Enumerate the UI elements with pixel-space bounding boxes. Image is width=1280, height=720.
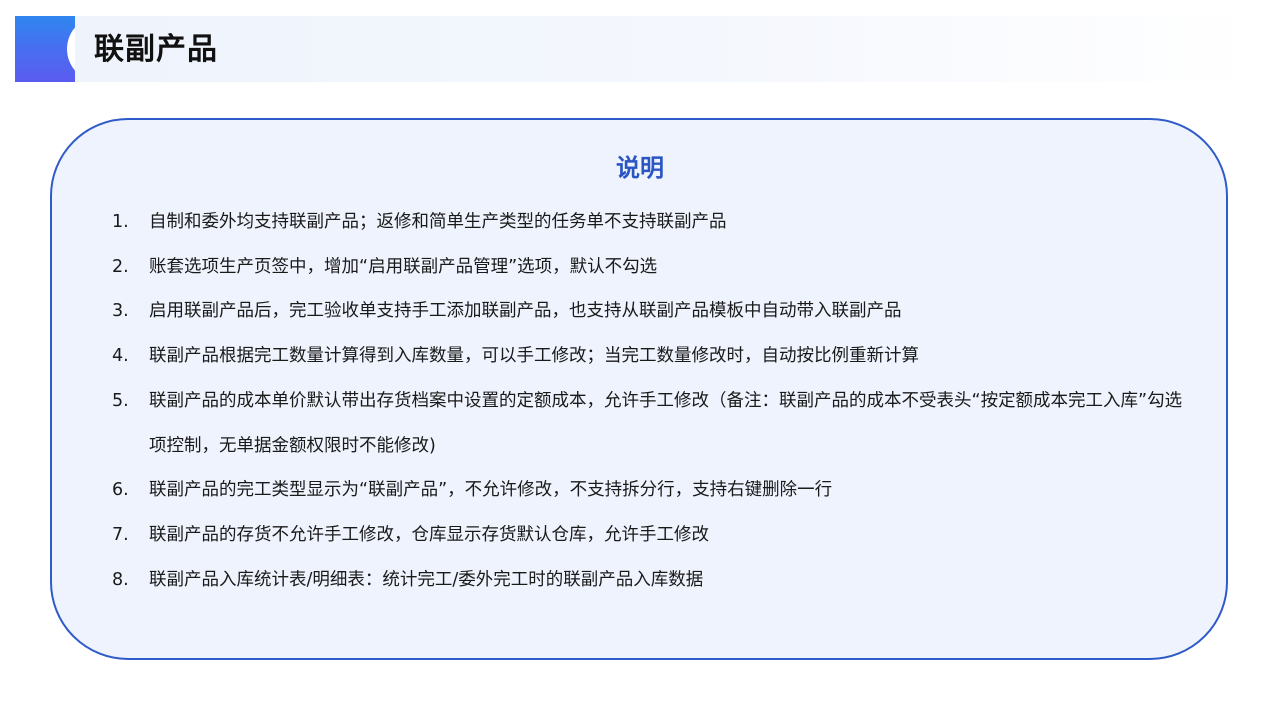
note-text: 联副产品的成本单价默认带出存货档案中设置的定额成本，允许手工修改（备注：联副产品… xyxy=(149,390,1183,456)
note-text: 自制和委外均支持联副产品；返修和简单生产类型的任务单不支持联副产品 xyxy=(149,212,727,232)
note-text: 启用联副产品后，完工验收单支持手工添加联副产品，也支持从联副产品模板中自动带入联… xyxy=(149,301,902,322)
note-item-7: 7. 联副产品的存货不允许手工修改，仓库显示存货默认仓库，允许手工修改 xyxy=(112,513,1192,558)
note-item-3: 3. 启用联副产品后，完工验收单支持手工添加联副产品，也支持从联副产品模板中自动… xyxy=(112,289,1192,334)
note-item-8: 8. 联副产品入库统计表/明细表：统计完工/委外完工时的联副产品入库数据 xyxy=(112,558,1192,603)
header-accent-mask xyxy=(67,16,75,82)
note-list: 1. 自制和委外均支持联副产品；返修和简单生产类型的任务单不支持联副产品 2. … xyxy=(112,200,1192,602)
note-number: 5. xyxy=(112,390,129,411)
slide: 联副产品 说明 1. 自制和委外均支持联副产品；返修和简单生产类型的任务单不支持… xyxy=(0,0,1280,720)
note-number: 2. xyxy=(112,256,129,277)
note-number: 6. xyxy=(112,480,129,501)
note-number: 7. xyxy=(112,524,129,545)
note-text: 账套选项生产页签中，增加“启用联副产品管理”选项，默认不勾选 xyxy=(149,256,658,277)
note-text: 联副产品的完工类型显示为“联副产品”，不允许修改，不支持拆分行，支持右键删除一行 xyxy=(149,480,833,501)
note-number: 4. xyxy=(112,346,129,367)
panel-title: 说明 xyxy=(616,154,664,182)
note-item-2: 2. 账套选项生产页签中，增加“启用联副产品管理”选项，默认不勾选 xyxy=(112,245,1192,290)
note-text: 联副产品根据完工数量计算得到入库数量，可以手工修改；当完工数量修改时，自动按比例… xyxy=(149,346,919,367)
header-accent-bar xyxy=(15,16,75,82)
note-number: 1. xyxy=(112,212,129,232)
note-number: 8. xyxy=(112,569,129,590)
page-title: 联副产品 xyxy=(94,32,218,67)
note-item-1: 1. 自制和委外均支持联副产品；返修和简单生产类型的任务单不支持联副产品 xyxy=(112,200,1192,245)
note-item-5: 5. 联副产品的成本单价默认带出存货档案中设置的定额成本，允许手工修改（备注：联… xyxy=(112,379,1192,468)
note-item-4: 4. 联副产品根据完工数量计算得到入库数量，可以手工修改；当完工数量修改时，自动… xyxy=(112,334,1192,379)
note-text: 联副产品入库统计表/明细表：统计完工/委外完工时的联副产品入库数据 xyxy=(149,569,704,590)
note-text: 联副产品的存货不允许手工修改，仓库显示存货默认仓库，允许手工修改 xyxy=(149,524,709,545)
note-number: 3. xyxy=(112,301,129,322)
note-item-6: 6. 联副产品的完工类型显示为“联副产品”，不允许修改，不支持拆分行，支持右键删… xyxy=(112,468,1192,513)
